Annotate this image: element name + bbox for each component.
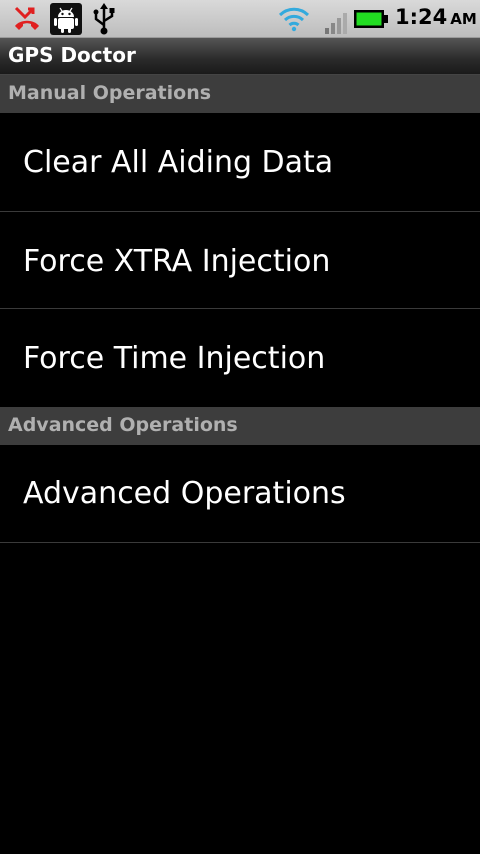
section-header-label: Advanced Operations [8, 414, 238, 436]
list-item-label: Force Time Injection [23, 341, 326, 376]
section-header-advanced-operations: Advanced Operations [0, 407, 480, 445]
android-debug-icon [50, 3, 82, 35]
status-time-value: 1:24 [395, 5, 448, 29]
list-item-label: Force XTRA Injection [23, 244, 331, 279]
section-header-label: Manual Operations [8, 82, 212, 104]
missed-call-icon [14, 6, 39, 30]
list-item-force-xtra-injection[interactable]: Force XTRA Injection [0, 212, 480, 309]
list-item-clear-all-aiding-data[interactable]: Clear All Aiding Data [0, 113, 480, 212]
list-item-label: Clear All Aiding Data [23, 145, 334, 180]
list-item-advanced-operations[interactable]: Advanced Operations [0, 445, 480, 543]
title-bar: GPS Doctor [0, 38, 480, 75]
screen: 1:24 AM GPS Doctor Manual Operations Clea… [0, 0, 480, 854]
usb-icon [93, 3, 115, 35]
status-time: 1:24 AM [395, 5, 477, 29]
status-bar: 1:24 AM [0, 0, 480, 38]
signal-icon [325, 13, 347, 34]
list-item-label: Advanced Operations [23, 476, 346, 511]
battery-icon [354, 10, 388, 28]
app-title: GPS Doctor [8, 43, 136, 67]
wifi-icon [278, 7, 310, 32]
status-time-ampm: AM [450, 10, 477, 28]
section-header-manual-operations: Manual Operations [0, 75, 480, 113]
list-item-force-time-injection[interactable]: Force Time Injection [0, 309, 480, 407]
